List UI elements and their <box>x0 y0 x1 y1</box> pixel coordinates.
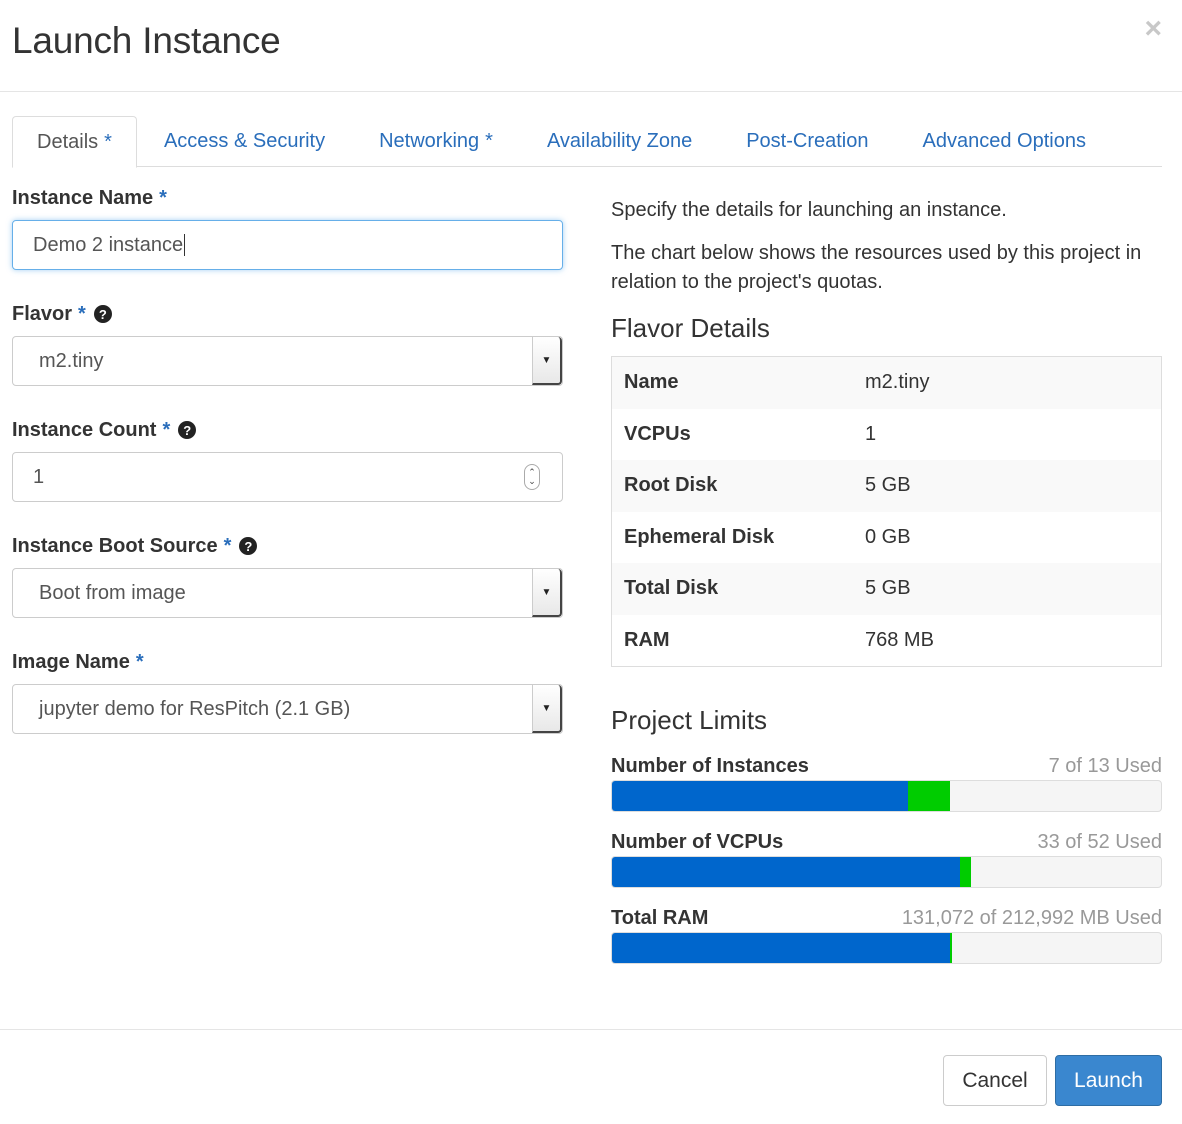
row-key: Name <box>624 371 679 394</box>
required-marker: * <box>135 650 144 673</box>
flavor-details-table: Name m2.tiny VCPUs 1 Root Disk 5 GB Ephemer… <box>611 356 1162 667</box>
input-value: 1 <box>33 465 45 488</box>
added-segment <box>949 933 952 963</box>
flavor-select[interactable]: m2.tiny ▼ <box>12 336 563 386</box>
tab-label: Advanced Options <box>922 130 1086 152</box>
used-segment <box>612 933 950 963</box>
table-row: VCPUs 1 <box>612 409 1161 461</box>
select-value: jupyter demo for ResPitch (2.1 GB) <box>39 697 351 720</box>
flavor-details-heading: Flavor Details <box>611 313 770 343</box>
dialog-title: Launch Instance <box>12 20 281 61</box>
help-icon[interactable]: ? <box>93 305 112 323</box>
required-marker: * <box>485 130 493 152</box>
table-row: Total Disk 5 GB <box>612 563 1161 615</box>
row-value: 1 <box>865 422 877 445</box>
row-value: 5 GB <box>865 474 911 497</box>
used-segment <box>612 857 961 887</box>
table-row: Name m2.tiny <box>612 357 1161 409</box>
help-icon[interactable]: ? <box>178 421 197 439</box>
limit-instances: Number of Instances 7 of 13 Used <box>611 744 1162 812</box>
instance-name-input[interactable]: Demo 2 instance <box>12 220 563 270</box>
tab-details[interactable]: Details * <box>12 116 137 168</box>
boot-source-label: Instance Boot Source *? <box>12 528 563 564</box>
added-segment <box>907 781 950 811</box>
added-segment <box>960 857 971 887</box>
flavor-label: Flavor *? <box>12 296 563 332</box>
tab-access-security[interactable]: Access & Security <box>137 116 352 167</box>
row-key: Root Disk <box>624 474 718 497</box>
limit-name: Total RAM <box>611 907 709 929</box>
description-text: Specify the details for launching an ins… <box>611 199 1007 221</box>
row-key: Ephemeral Disk <box>624 525 775 548</box>
label-text: Image Name <box>12 650 130 673</box>
row-key: RAM <box>624 628 670 651</box>
caret-down-icon[interactable]: ▼ <box>532 685 562 733</box>
limit-used-text: 131,072 of 212,992 MB Used <box>901 907 1162 929</box>
quota-progress-bar <box>611 856 1162 888</box>
launch-button[interactable]: Launch <box>1055 1055 1162 1106</box>
cancel-button[interactable]: Cancel <box>943 1055 1047 1106</box>
dialog-footer: Cancel Launch <box>0 1029 1182 1124</box>
tab-post-creation[interactable]: Post-Creation <box>719 116 895 167</box>
description-text: The chart below shows the resources used… <box>611 242 1142 293</box>
text-cursor <box>184 234 186 256</box>
image-name-label: Image Name * <box>12 644 563 680</box>
required-marker: * <box>159 186 167 209</box>
tab-advanced-options[interactable]: Advanced Options <box>896 116 1113 167</box>
boot-source-select[interactable]: Boot from image ▼ <box>12 568 563 618</box>
limit-name: Number of Instances <box>611 755 809 777</box>
select-value: m2.tiny <box>39 349 104 372</box>
limit-used-text: 33 of 52 Used <box>1037 831 1162 853</box>
help-icon[interactable]: ? <box>239 537 258 555</box>
label-text: Instance Boot Source <box>12 534 218 557</box>
close-icon[interactable]: × <box>1144 14 1162 44</box>
number-stepper-icon[interactable]: ⌃ ⌄ <box>524 464 540 490</box>
dialog-header: Launch Instance × <box>0 0 1182 92</box>
label-text: Instance Count <box>12 418 157 441</box>
limit-used-text: 7 of 13 Used <box>1048 755 1162 777</box>
project-limits-heading: Project Limits <box>611 705 768 735</box>
row-value: 0 GB <box>865 525 911 548</box>
quota-progress-bar <box>611 780 1162 812</box>
row-value: 5 GB <box>865 577 911 600</box>
tab-availability-zone[interactable]: Availability Zone <box>520 116 719 167</box>
instance-count-label: Instance Count *? <box>12 412 563 448</box>
label-text: Flavor <box>12 302 73 325</box>
label-text: Instance Name <box>12 186 154 209</box>
select-value: Boot from image <box>39 581 186 604</box>
table-row: RAM 768 MB <box>612 615 1161 667</box>
used-segment <box>612 781 908 811</box>
image-name-select[interactable]: jupyter demo for ResPitch (2.1 GB) ▼ <box>12 684 563 734</box>
limit-name: Number of VCPUs <box>611 831 784 853</box>
instance-name-label: Instance Name * <box>12 180 563 216</box>
table-row: Root Disk 5 GB <box>612 460 1161 512</box>
details-form: Instance Name * Demo 2 instance Flavor *? … <box>12 180 563 760</box>
row-value: 768 MB <box>865 628 934 651</box>
limit-vcpus: Number of VCPUs 33 of 52 Used <box>611 820 1162 888</box>
instance-count-input[interactable]: 1 ⌃ ⌄ <box>12 452 563 502</box>
tab-label: Post-Creation <box>746 130 869 152</box>
required-marker: * <box>162 418 171 441</box>
input-value: Demo 2 instance <box>33 233 184 256</box>
required-marker: * <box>104 130 112 153</box>
tab-label: Details <box>37 130 99 153</box>
required-marker: * <box>223 534 232 557</box>
table-row: Ephemeral Disk 0 GB <box>612 512 1161 564</box>
row-value: m2.tiny <box>865 371 930 394</box>
row-key: Total Disk <box>624 577 719 600</box>
tab-label: Access & Security <box>163 130 326 152</box>
tab-networking[interactable]: Networking * <box>352 116 520 167</box>
tab-label: Networking <box>379 130 480 152</box>
row-key: VCPUs <box>624 422 691 445</box>
limit-ram: Total RAM 131,072 of 212,992 MB Used <box>611 896 1162 964</box>
details-info-panel: Specify the details for launching an ins… <box>611 196 1162 964</box>
tab-label: Availability Zone <box>546 130 693 152</box>
required-marker: * <box>78 302 86 325</box>
wizard-tabs: Details * Access & Security Networking * A… <box>12 116 1162 168</box>
caret-down-icon[interactable]: ▼ <box>532 337 562 385</box>
quota-progress-bar <box>611 932 1162 964</box>
caret-down-icon[interactable]: ▼ <box>532 569 562 617</box>
